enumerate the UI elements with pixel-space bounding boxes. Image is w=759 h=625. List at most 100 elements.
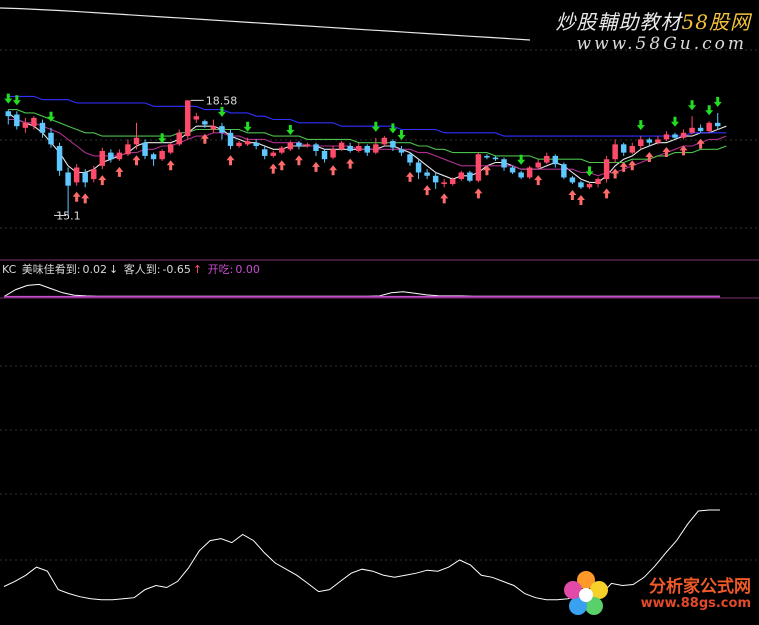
candle-body [142,142,148,156]
candle-body [279,147,285,153]
candle-body [458,172,465,180]
candle-body [202,121,208,125]
candle-body [91,169,97,180]
line3-value: 0.00 [235,263,260,276]
candle-body [629,146,635,153]
buy-arrow-icon [696,138,705,149]
buy-arrow-icon [611,168,620,179]
buy-arrow-icon [474,188,483,199]
candle-body [603,159,610,180]
candle-body [48,132,54,145]
candle-body [236,142,242,146]
buy-arrow-icon [628,160,637,171]
line1-arrow-icon: ↓ [109,263,119,276]
buy-arrow-icon [602,188,611,199]
candle-body [99,150,106,166]
candle-body [655,139,661,143]
candle-body [116,152,123,160]
sell-arrow-icon [4,93,13,104]
candle-body [364,146,371,153]
stock-chart-canvas[interactable]: 18.58 15.1 [0,0,759,625]
candle-body [450,179,456,185]
candle-body [390,141,396,148]
buy-arrow-icon [72,191,81,202]
candle-body [578,182,584,188]
sell-arrow-icon [371,121,380,132]
candle-body [210,126,217,130]
buy-arrow-icon [482,165,491,176]
candle-body [646,139,653,143]
candle-body [501,159,507,168]
candle-body [407,154,413,163]
candle-body [338,142,345,150]
candle-body [125,144,131,155]
candle-body [14,114,20,127]
watermark-bottom-url: www.88gs.com [640,596,751,611]
candle-body [706,122,712,132]
candle-body [535,162,541,168]
candle-body [663,134,670,140]
buy-arrow-icon [568,190,577,201]
buy-arrow-icon [226,155,235,166]
bottom-white-line [3,509,720,601]
candle-body [22,122,29,128]
buy-arrow-icon [132,155,141,166]
candle-body [561,164,567,178]
buy-arrow-icon [534,175,543,186]
watermark-top-title-accent: 58股网 [681,10,751,34]
candle-body [373,144,379,153]
buy-arrow-icon [329,165,338,176]
buy-arrow-icon [423,185,432,196]
candle-body [714,122,721,127]
line2-value: -0.65 [162,263,191,276]
candle-body [526,167,533,178]
sell-arrow-icon [585,166,594,177]
candle-body [227,132,234,146]
sell-arrow-icon [397,130,406,140]
candle-body [424,172,430,176]
candle-body [381,137,388,145]
high-label: 18.58 [206,94,238,107]
candle-body [492,157,499,160]
line2-arrow-icon: ↑ [192,263,203,276]
candle-body [244,141,251,145]
watermark-bottom-title: 分析家公式网 [649,577,751,597]
candle-body [612,144,618,160]
buy-arrow-icon [346,158,355,169]
candle-body [296,142,302,146]
line1-label: 美味佳肴到: [21,263,81,276]
sell-arrow-icon [688,100,697,111]
candle-body [167,144,174,153]
candle-body [287,142,294,150]
buy-arrow-icon [166,160,175,171]
candle-body [321,150,328,160]
candle-body [176,132,182,145]
candle-body [39,122,46,133]
long-term-line [0,7,531,41]
candle-body [484,155,490,158]
line1-value: 0.02 [82,263,108,276]
bottom-line-chart[interactable] [3,509,720,601]
candle-body [5,111,12,117]
sell-arrow-icon [158,133,167,144]
candle-body [185,100,191,137]
candle-body [509,167,516,173]
low-label: 15.1 [56,209,81,222]
line2-label: 客人到: [123,263,161,276]
kc-indicator-chart[interactable] [3,283,720,298]
line3-label: 开吃: [207,263,234,276]
candle-body [355,146,362,151]
candle-body [638,139,644,146]
candle-body [133,137,140,145]
sell-arrow-icon [286,125,295,136]
candle-body [586,184,593,188]
sell-arrow-icon [217,106,226,117]
candle-body [689,127,695,133]
candle-body [518,172,524,178]
moving-average-line [8,95,727,137]
candle-body [253,142,259,146]
buy-arrow-icon [311,161,320,172]
candle-body [31,117,37,127]
buy-arrow-icon [269,163,278,174]
candle-body [475,154,482,181]
